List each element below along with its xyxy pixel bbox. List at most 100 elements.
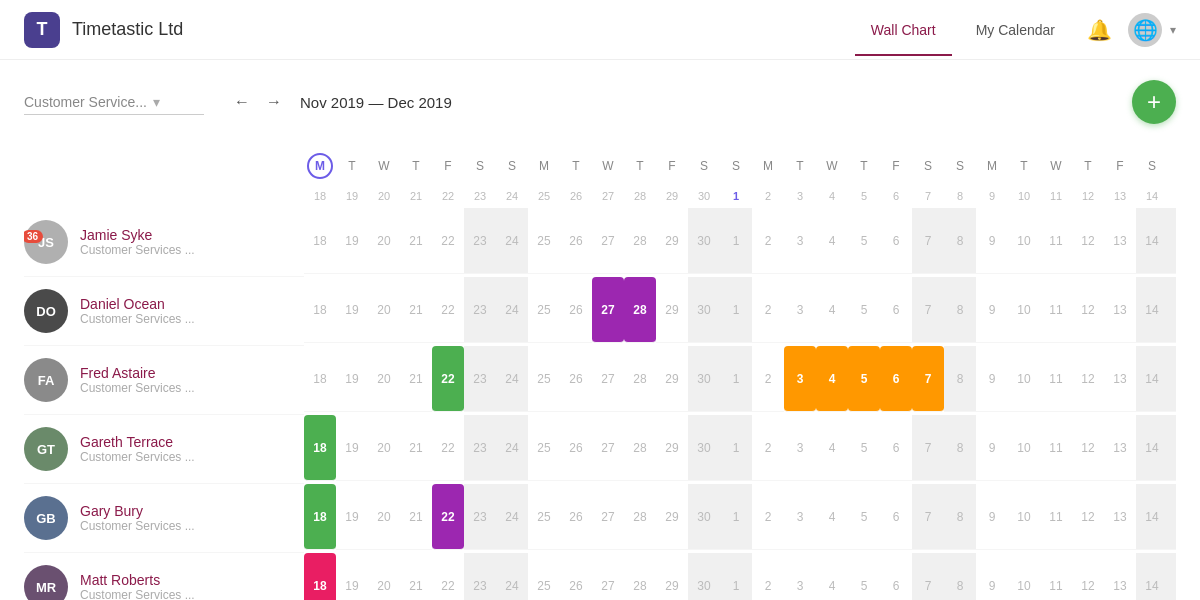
day-cell-gary-bury-1[interactable]: 19	[336, 484, 368, 550]
day-cell-fred-astaire-27[interactable]: 15	[1168, 346, 1176, 412]
day-cell-fred-astaire-4[interactable]: 22	[432, 346, 464, 412]
day-cell-gareth-terrace-18[interactable]: 6	[880, 415, 912, 481]
day-cell-gary-bury-10[interactable]: 28	[624, 484, 656, 550]
day-cell-gareth-terrace-8[interactable]: 26	[560, 415, 592, 481]
day-cell-matt-roberts-3[interactable]: 21	[400, 553, 432, 600]
day-cell-gareth-terrace-21[interactable]: 9	[976, 415, 1008, 481]
day-cell-fred-astaire-21[interactable]: 9	[976, 346, 1008, 412]
day-cell-matt-roberts-4[interactable]: 22	[432, 553, 464, 600]
day-cell-gareth-terrace-26[interactable]: 14	[1136, 415, 1168, 481]
day-cell-jamie-syke-7[interactable]: 25	[528, 208, 560, 274]
day-cell-matt-roberts-8[interactable]: 26	[560, 553, 592, 600]
day-cell-fred-astaire-0[interactable]: 18	[304, 346, 336, 412]
day-cell-gareth-terrace-4[interactable]: 22	[432, 415, 464, 481]
day-cell-gary-bury-25[interactable]: 13	[1104, 484, 1136, 550]
day-cell-daniel-ocean-8[interactable]: 26	[560, 277, 592, 343]
day-cell-matt-roberts-5[interactable]: 23	[464, 553, 496, 600]
day-cell-matt-roberts-1[interactable]: 19	[336, 553, 368, 600]
day-cell-fred-astaire-9[interactable]: 27	[592, 346, 624, 412]
day-cell-matt-roberts-26[interactable]: 14	[1136, 553, 1168, 600]
day-cell-fred-astaire-7[interactable]: 25	[528, 346, 560, 412]
day-cell-fred-astaire-5[interactable]: 23	[464, 346, 496, 412]
next-arrow[interactable]: →	[260, 88, 288, 116]
day-cell-daniel-ocean-13[interactable]: 1	[720, 277, 752, 343]
day-cell-jamie-syke-0[interactable]: 18	[304, 208, 336, 274]
day-cell-gary-bury-12[interactable]: 30	[688, 484, 720, 550]
day-cell-fred-astaire-19[interactable]: 7	[912, 346, 944, 412]
day-cell-gary-bury-11[interactable]: 29	[656, 484, 688, 550]
day-cell-gary-bury-14[interactable]: 2	[752, 484, 784, 550]
day-cell-daniel-ocean-2[interactable]: 20	[368, 277, 400, 343]
day-cell-daniel-ocean-7[interactable]: 25	[528, 277, 560, 343]
person-name-gary-bury[interactable]: Gary Bury	[80, 503, 195, 519]
day-cell-jamie-syke-12[interactable]: 30	[688, 208, 720, 274]
day-cell-matt-roberts-18[interactable]: 6	[880, 553, 912, 600]
day-cell-matt-roberts-2[interactable]: 20	[368, 553, 400, 600]
day-cell-matt-roberts-10[interactable]: 28	[624, 553, 656, 600]
day-cell-fred-astaire-26[interactable]: 14	[1136, 346, 1168, 412]
day-cell-gareth-terrace-24[interactable]: 12	[1072, 415, 1104, 481]
day-cell-matt-roberts-20[interactable]: 8	[944, 553, 976, 600]
day-cell-gareth-terrace-5[interactable]: 23	[464, 415, 496, 481]
user-avatar[interactable]: 🌐	[1128, 13, 1162, 47]
day-cell-jamie-syke-5[interactable]: 23	[464, 208, 496, 274]
day-cell-gareth-terrace-19[interactable]: 7	[912, 415, 944, 481]
day-cell-daniel-ocean-11[interactable]: 29	[656, 277, 688, 343]
day-cell-daniel-ocean-18[interactable]: 6	[880, 277, 912, 343]
day-cell-gareth-terrace-23[interactable]: 11	[1040, 415, 1072, 481]
day-cell-daniel-ocean-27[interactable]: 15	[1168, 277, 1176, 343]
day-cell-matt-roberts-23[interactable]: 11	[1040, 553, 1072, 600]
day-cell-fred-astaire-1[interactable]: 19	[336, 346, 368, 412]
day-cell-matt-roberts-6[interactable]: 24	[496, 553, 528, 600]
day-cell-gary-bury-24[interactable]: 12	[1072, 484, 1104, 550]
day-cell-jamie-syke-23[interactable]: 11	[1040, 208, 1072, 274]
day-cell-gareth-terrace-7[interactable]: 25	[528, 415, 560, 481]
day-cell-daniel-ocean-24[interactable]: 12	[1072, 277, 1104, 343]
day-cell-gary-bury-23[interactable]: 11	[1040, 484, 1072, 550]
day-cell-fred-astaire-16[interactable]: 4	[816, 346, 848, 412]
day-cell-matt-roberts-13[interactable]: 1	[720, 553, 752, 600]
day-cell-daniel-ocean-26[interactable]: 14	[1136, 277, 1168, 343]
nav-my-calendar[interactable]: My Calendar	[960, 14, 1071, 46]
day-cell-fred-astaire-14[interactable]: 2	[752, 346, 784, 412]
day-cell-jamie-syke-17[interactable]: 5	[848, 208, 880, 274]
day-cell-matt-roberts-24[interactable]: 12	[1072, 553, 1104, 600]
day-cell-matt-roberts-12[interactable]: 30	[688, 553, 720, 600]
day-cell-daniel-ocean-23[interactable]: 11	[1040, 277, 1072, 343]
day-cell-jamie-syke-26[interactable]: 14	[1136, 208, 1168, 274]
day-cell-matt-roberts-16[interactable]: 4	[816, 553, 848, 600]
day-cell-gary-bury-5[interactable]: 23	[464, 484, 496, 550]
day-cell-fred-astaire-12[interactable]: 30	[688, 346, 720, 412]
day-cell-gary-bury-3[interactable]: 21	[400, 484, 432, 550]
day-cell-gareth-terrace-27[interactable]: 15	[1168, 415, 1176, 481]
day-cell-matt-roberts-0[interactable]: 18	[304, 553, 336, 600]
day-cell-fred-astaire-15[interactable]: 3	[784, 346, 816, 412]
day-cell-gary-bury-16[interactable]: 4	[816, 484, 848, 550]
day-cell-gareth-terrace-2[interactable]: 20	[368, 415, 400, 481]
day-cell-jamie-syke-21[interactable]: 9	[976, 208, 1008, 274]
day-cell-gary-bury-13[interactable]: 1	[720, 484, 752, 550]
day-cell-gareth-terrace-11[interactable]: 29	[656, 415, 688, 481]
day-cell-gary-bury-18[interactable]: 6	[880, 484, 912, 550]
day-cell-daniel-ocean-17[interactable]: 5	[848, 277, 880, 343]
day-cell-gary-bury-4[interactable]: 22	[432, 484, 464, 550]
day-cell-jamie-syke-19[interactable]: 7	[912, 208, 944, 274]
day-cell-fred-astaire-13[interactable]: 1	[720, 346, 752, 412]
day-cell-fred-astaire-2[interactable]: 20	[368, 346, 400, 412]
day-cell-jamie-syke-8[interactable]: 26	[560, 208, 592, 274]
day-cell-daniel-ocean-0[interactable]: 18	[304, 277, 336, 343]
day-cell-matt-roberts-21[interactable]: 9	[976, 553, 1008, 600]
day-cell-gary-bury-19[interactable]: 7	[912, 484, 944, 550]
person-name-matt-roberts[interactable]: Matt Roberts	[80, 572, 195, 588]
day-cell-gareth-terrace-9[interactable]: 27	[592, 415, 624, 481]
day-cell-daniel-ocean-25[interactable]: 13	[1104, 277, 1136, 343]
day-cell-gareth-terrace-10[interactable]: 28	[624, 415, 656, 481]
day-cell-jamie-syke-15[interactable]: 3	[784, 208, 816, 274]
day-cell-daniel-ocean-16[interactable]: 4	[816, 277, 848, 343]
day-cell-matt-roberts-7[interactable]: 25	[528, 553, 560, 600]
day-cell-gareth-terrace-15[interactable]: 3	[784, 415, 816, 481]
day-cell-gareth-terrace-0[interactable]: 18	[304, 415, 336, 481]
dept-dropdown[interactable]: Customer Service... ▾	[24, 90, 204, 115]
day-cell-daniel-ocean-19[interactable]: 7	[912, 277, 944, 343]
day-cell-jamie-syke-6[interactable]: 24	[496, 208, 528, 274]
